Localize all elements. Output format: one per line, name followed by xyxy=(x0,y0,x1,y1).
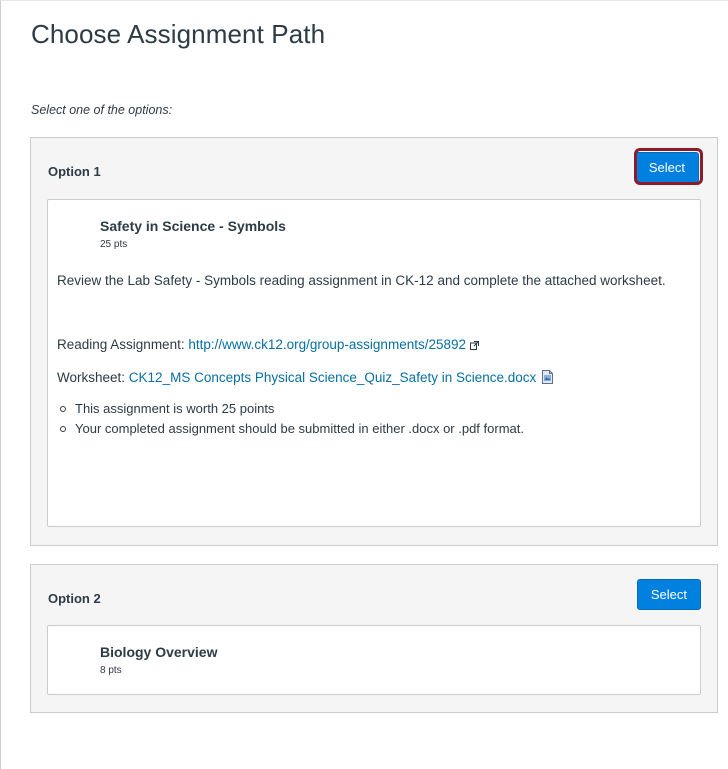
assignment-title: Biology Overview xyxy=(100,644,218,660)
reading-assignment-line: Reading Assignment: http://www.ck12.org/… xyxy=(57,337,479,353)
option-2-label: Option 2 xyxy=(48,591,101,606)
option-1-panel: Option 1 Select Safety in Science - Symb… xyxy=(30,137,718,546)
assignment-path-page: Choose Assignment Path Select one of the… xyxy=(0,0,728,769)
bullet-icon xyxy=(60,406,66,412)
option-1-assignment-card: Safety in Science - Symbols 25 pts Revie… xyxy=(47,199,701,527)
worksheet-label: Worksheet: xyxy=(57,370,126,386)
assignment-bullet-list: This assignment is worth 25 points Your … xyxy=(57,399,524,439)
assignment-points: 8 pts xyxy=(100,665,122,676)
list-item: Your completed assignment should be subm… xyxy=(57,419,524,439)
option-2-panel: Option 2 Select Biology Overview 8 pts xyxy=(30,564,718,713)
reading-assignment-label: Reading Assignment: xyxy=(57,337,185,352)
worksheet-link[interactable]: CK12_MS Concepts Physical Science_Quiz_S… xyxy=(129,370,536,385)
worksheet-line: Worksheet: CK12_MS Concepts Physical Sci… xyxy=(57,370,554,387)
option-2-assignment-card: Biology Overview 8 pts xyxy=(47,625,701,695)
document-icon[interactable] xyxy=(541,370,554,387)
option-1-label: Option 1 xyxy=(48,164,101,179)
assignment-title: Safety in Science - Symbols xyxy=(100,218,286,234)
external-link-icon xyxy=(470,338,479,353)
assignment-points: 25 pts xyxy=(100,239,128,250)
reading-assignment-link[interactable]: http://www.ck12.org/group-assignments/25… xyxy=(188,337,466,352)
instructions-text: Select one of the options: xyxy=(31,103,173,117)
option-2-select-button[interactable]: Select xyxy=(636,579,701,610)
page-title: Choose Assignment Path xyxy=(31,19,326,49)
bullet-icon xyxy=(60,426,66,432)
list-item: This assignment is worth 25 points xyxy=(57,399,524,419)
option-1-select-button[interactable]: Select xyxy=(634,152,699,183)
assignment-description: Review the Lab Safety - Symbols reading … xyxy=(57,273,666,288)
